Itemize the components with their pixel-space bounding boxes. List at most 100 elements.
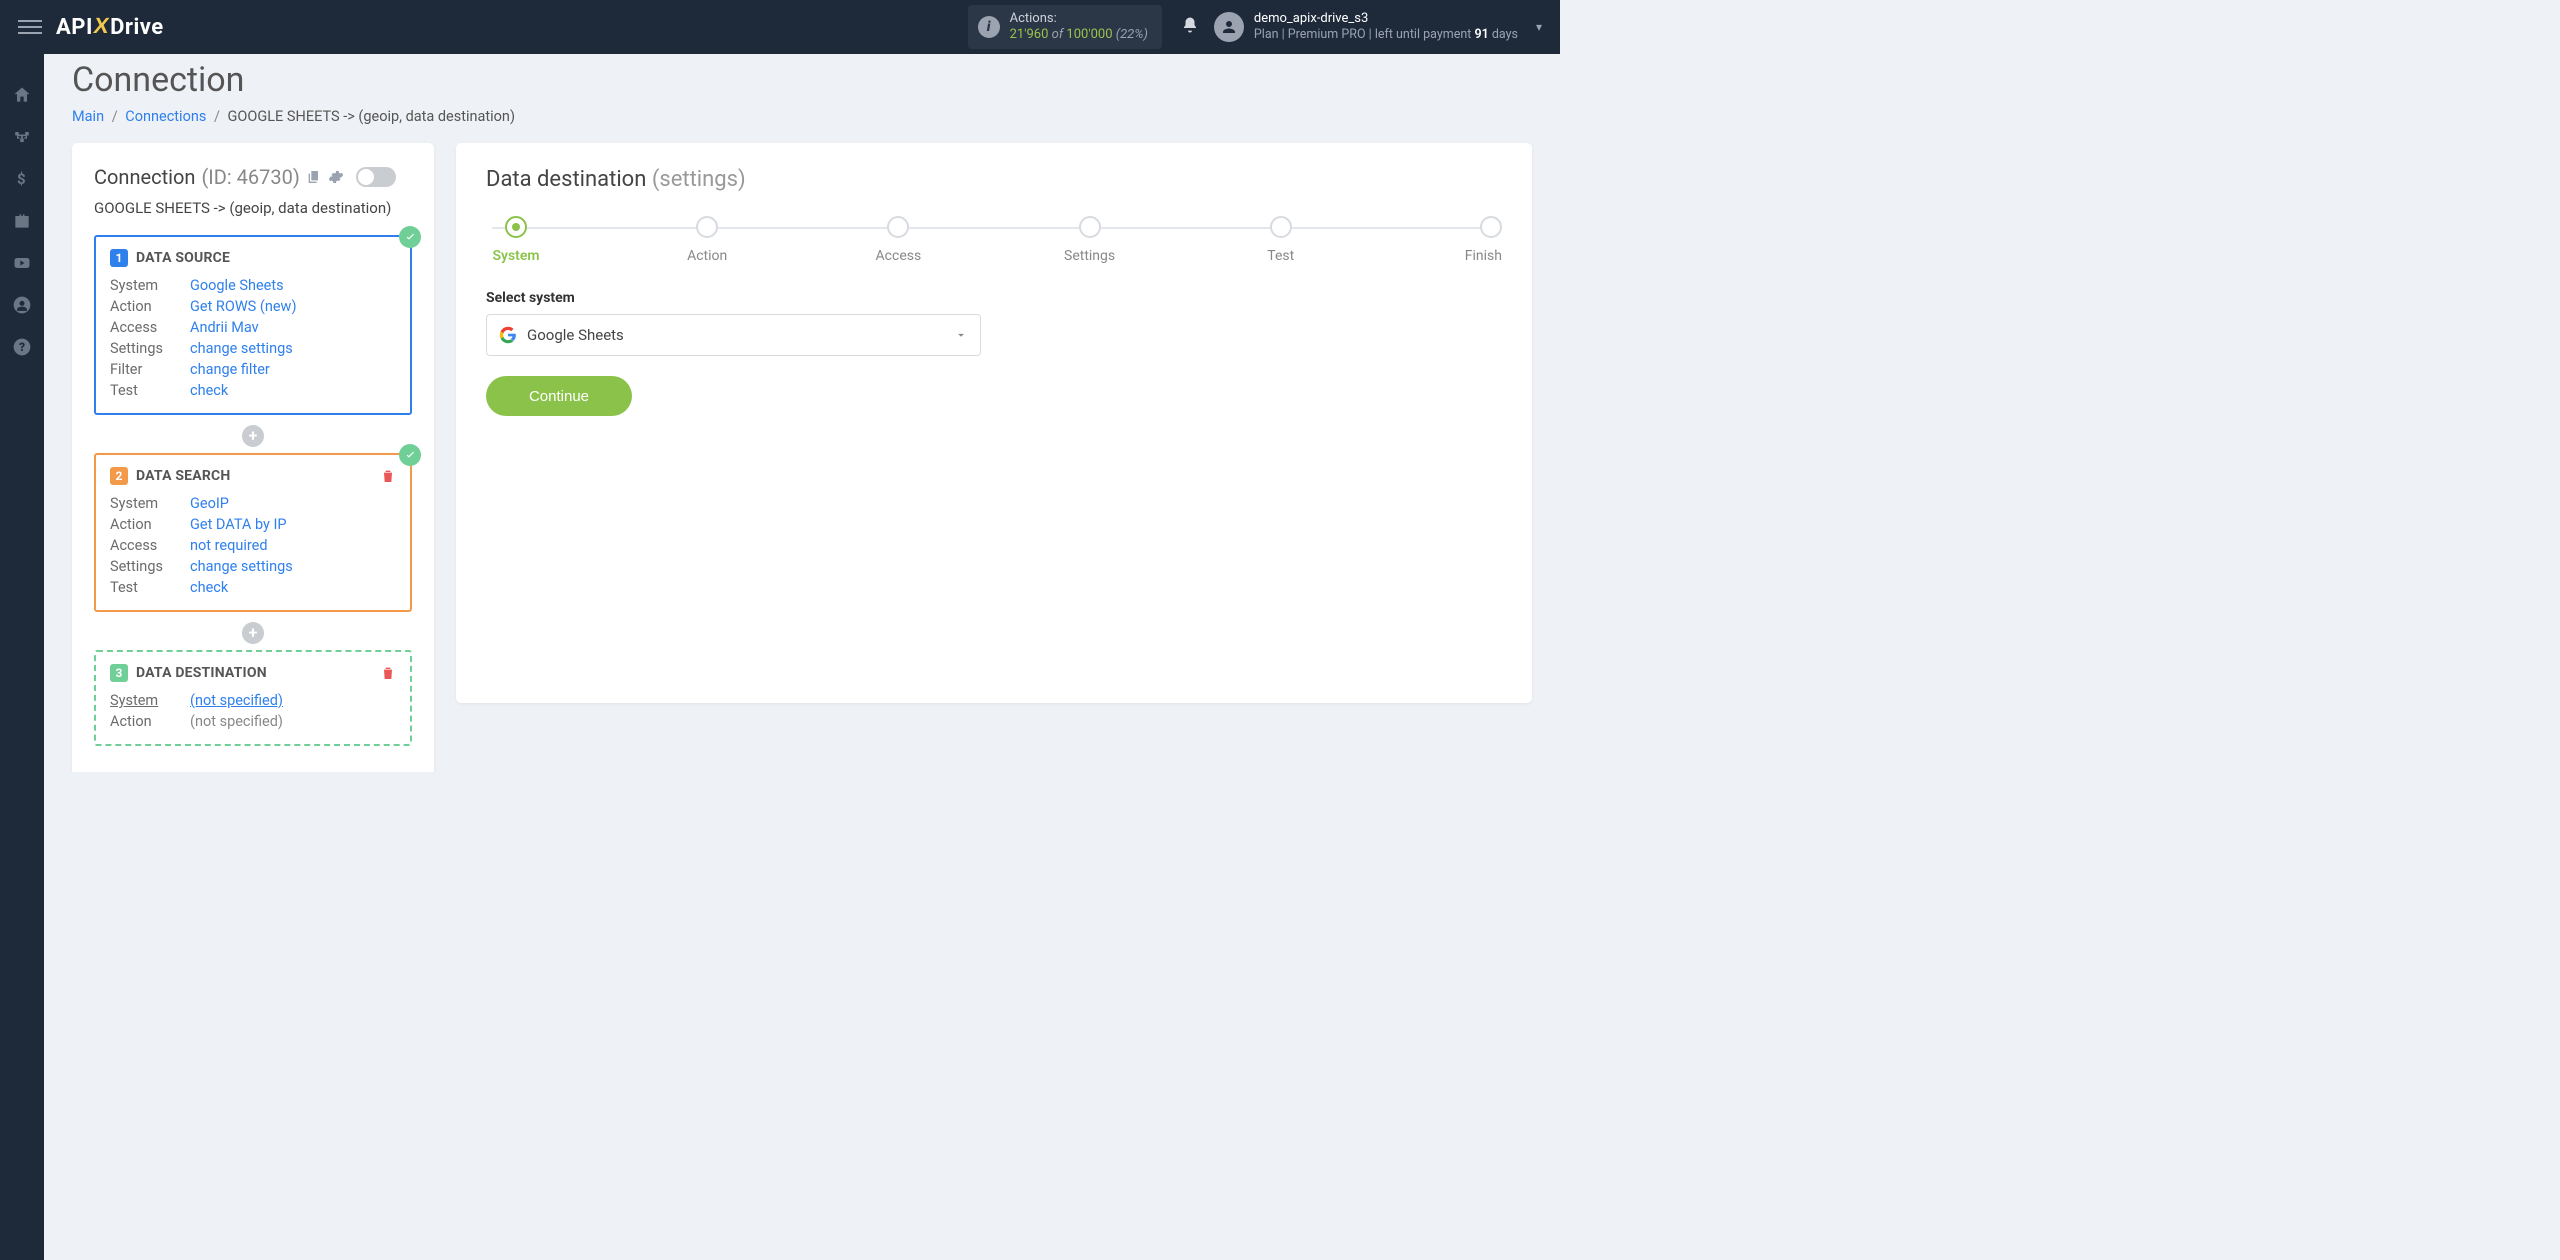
kv-link[interactable]: change settings [190, 340, 293, 357]
data-destination-box[interactable]: 3 DATA DESTINATION System(not specified)… [94, 650, 412, 746]
kv-link[interactable]: Get ROWS (new) [190, 298, 297, 315]
kv-value: Get DATA by IP [190, 516, 396, 533]
step-access[interactable]: Access [868, 216, 928, 264]
logo-text-drive: Drive [110, 15, 164, 40]
kv-link[interactable]: change settings [190, 558, 293, 575]
kv-key: System [110, 495, 190, 512]
breadcrumb-connections[interactable]: Connections [125, 108, 206, 125]
gear-icon[interactable] [328, 169, 344, 185]
copy-icon[interactable] [306, 169, 322, 185]
nav-connections-icon[interactable] [0, 116, 44, 158]
box3-kv: System(not specified)Action(not specifie… [110, 692, 396, 730]
stepper: System Action Access Settings Test Finish [486, 216, 1502, 264]
select-system-label: Select system [486, 290, 1502, 306]
breadcrumb-current: GOOGLE SHEETS -> (geoip, data destinatio… [228, 108, 515, 125]
kv-value: Google Sheets [190, 277, 396, 294]
add-step-button[interactable]: + [242, 622, 264, 644]
continue-button[interactable]: Continue [486, 376, 632, 416]
kv-key: Action [110, 298, 190, 315]
info-icon: i [978, 16, 1000, 38]
kv-value: check [190, 382, 396, 399]
notifications-icon[interactable] [1176, 16, 1204, 39]
add-step-button[interactable]: + [242, 425, 264, 447]
kv-link[interactable]: not required [190, 537, 268, 554]
box-title: DATA SOURCE [136, 250, 230, 266]
step-dot [696, 216, 718, 238]
data-source-box[interactable]: 1 DATA SOURCE SystemGoogle SheetsActionG… [94, 235, 412, 415]
kv-link[interactable]: Andrii Mav [190, 319, 259, 336]
step-label: Access [876, 248, 922, 264]
kv-value: Get ROWS (new) [190, 298, 396, 315]
nav-video-icon[interactable] [0, 242, 44, 284]
kv-value: change settings [190, 558, 396, 575]
side-nav: $ ? [0, 54, 44, 1260]
settings-title: Data destination (settings) [486, 167, 1502, 192]
page: Connection Main / Connections / GOOGLE S… [44, 54, 1560, 772]
kv-key: Access [110, 319, 190, 336]
step-test[interactable]: Test [1251, 216, 1311, 264]
settings-panel: Data destination (settings) System Action… [456, 143, 1532, 703]
google-icon [499, 326, 517, 344]
nav-home-icon[interactable] [0, 74, 44, 116]
svg-text:?: ? [19, 340, 25, 354]
nav-help-icon[interactable]: ? [0, 326, 44, 368]
step-number-1: 1 [110, 249, 128, 267]
kv-key: Access [110, 537, 190, 554]
kv-key: Test [110, 382, 190, 399]
nav-account-icon[interactable] [0, 284, 44, 326]
step-dot [887, 216, 909, 238]
top-bar: APIXDrive i Actions: 21'960 of 100'000 (… [0, 0, 1560, 54]
step-system[interactable]: System [486, 216, 546, 264]
logo-text-x: X [92, 13, 112, 39]
box-title: DATA DESTINATION [136, 665, 267, 681]
data-search-box[interactable]: 2 DATA SEARCH SystemGeoIPActionGet DATA … [94, 453, 412, 612]
user-menu[interactable]: demo_apix-drive_s3 Plan | Premium PRO | … [1214, 11, 1542, 43]
logo-text-api: API [56, 15, 93, 40]
kv-link[interactable]: check [190, 382, 228, 399]
kv-value: (not specified) [190, 713, 396, 730]
delete-icon[interactable] [380, 665, 396, 681]
kv-link[interactable]: Google Sheets [190, 277, 284, 294]
user-text: demo_apix-drive_s3 Plan | Premium PRO | … [1254, 11, 1518, 43]
kv-value: (not specified) [190, 692, 396, 709]
kv-link[interactable]: check [190, 579, 228, 596]
step-label: Settings [1064, 248, 1115, 264]
breadcrumb: Main / Connections / GOOGLE SHEETS -> (g… [72, 108, 1532, 125]
page-title: Connection [72, 60, 1532, 100]
step-dot [1480, 216, 1502, 238]
kv-key: Filter [110, 361, 190, 378]
connection-toggle[interactable] [356, 167, 396, 187]
avatar-icon [1214, 12, 1244, 42]
connection-id: (ID: 46730) [201, 165, 299, 189]
kv-key: Settings [110, 558, 190, 575]
step-finish[interactable]: Finish [1442, 216, 1502, 264]
step-dot [505, 216, 527, 238]
step-label: Finish [1465, 248, 1502, 264]
nav-briefcase-icon[interactable] [0, 200, 44, 242]
box-title: DATA SEARCH [136, 468, 230, 484]
kv-value: GeoIP [190, 495, 396, 512]
logo[interactable]: APIXDrive [56, 14, 164, 40]
system-select[interactable]: Google Sheets [486, 314, 981, 356]
actions-counter[interactable]: i Actions: 21'960 of 100'000 (22%) [968, 5, 1162, 50]
connection-panel: Connection (ID: 46730) GOOGLE SHEETS -> … [72, 143, 434, 772]
actions-text: Actions: 21'960 of 100'000 (22%) [1010, 11, 1148, 44]
check-badge-icon [399, 226, 421, 248]
breadcrumb-main[interactable]: Main [72, 108, 104, 125]
check-badge-icon [399, 444, 421, 466]
kv-value: change filter [190, 361, 396, 378]
step-action[interactable]: Action [677, 216, 737, 264]
step-dot [1270, 216, 1292, 238]
hamburger-menu-icon[interactable] [18, 20, 42, 34]
kv-link[interactable]: Get DATA by IP [190, 516, 287, 533]
connection-subtitle: GOOGLE SHEETS -> (geoip, data destinatio… [72, 189, 434, 229]
delete-icon[interactable] [380, 468, 396, 484]
kv-link[interactable]: (not specified) [190, 692, 283, 709]
box2-kv: SystemGeoIPActionGet DATA by IPAccessnot… [110, 495, 396, 596]
step-settings[interactable]: Settings [1060, 216, 1120, 264]
nav-billing-icon[interactable]: $ [0, 158, 44, 200]
kv-link[interactable]: GeoIP [190, 495, 229, 512]
step-number-2: 2 [110, 467, 128, 485]
kv-key: Action [110, 516, 190, 533]
kv-link[interactable]: change filter [190, 361, 270, 378]
